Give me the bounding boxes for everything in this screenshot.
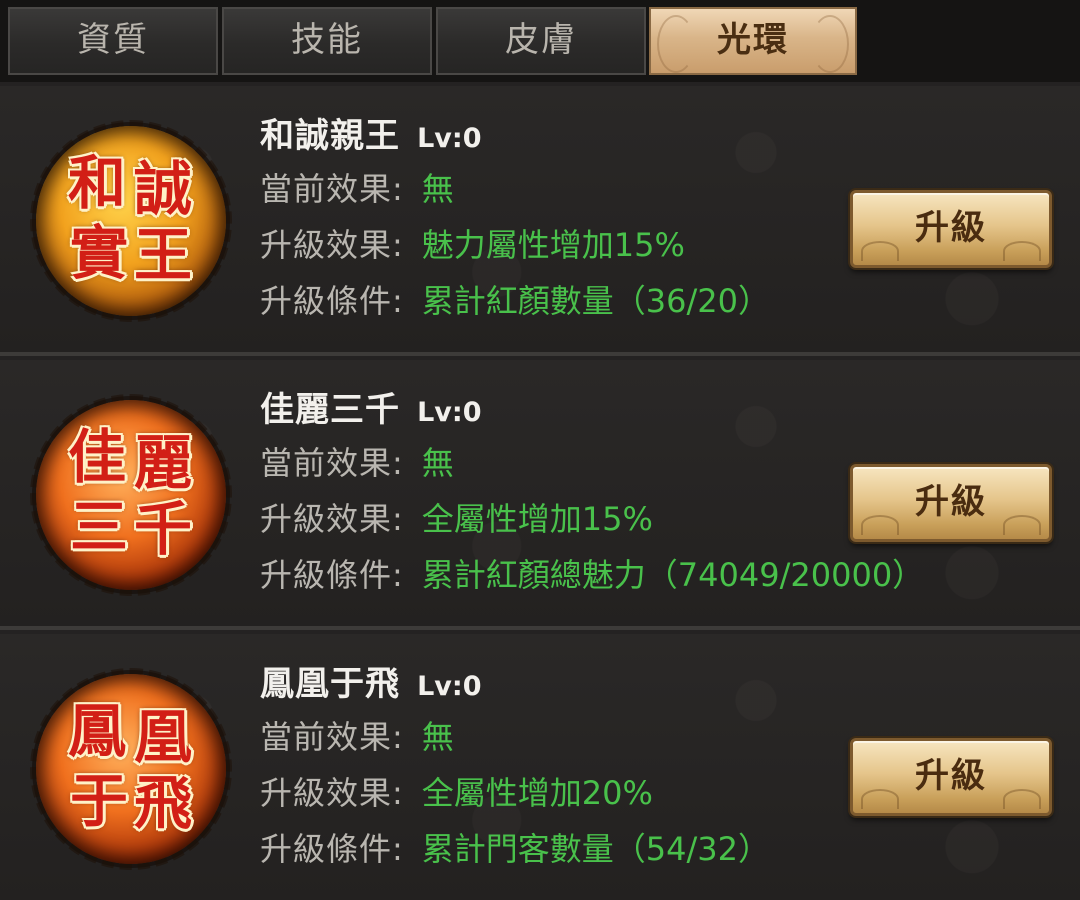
emblem-char: 實 [69,219,128,287]
current-effect-line: 當前效果: 無 [260,438,454,484]
ornament-icon [657,15,695,73]
emblem-char: 于 [69,767,128,835]
aura-emblem-icon: 和 誠 實 王 [30,120,232,322]
current-effect-label: 當前效果: [260,718,404,756]
upgrade-condition-value: 累計紅顏數量（36/20） [421,282,771,320]
aura-row: 佳 麗 三 千 佳麗三千 Lv:0 當前效果: 無 升級效果: 全屬性增加15% 升… [0,360,1080,630]
tab-aptitude[interactable]: 資質 [8,7,218,75]
tab-skills[interactable]: 技能 [222,7,432,75]
upgrade-condition-value: 累計紅顏總魅力（74049/20000） [421,556,925,594]
emblem-char: 鳳 [67,697,126,765]
current-effect-line: 當前效果: 無 [260,164,454,210]
current-effect-label: 當前效果: [260,444,404,482]
aura-level: Lv:0 [417,671,482,702]
tab-skins[interactable]: 皮膚 [436,7,646,75]
emblem-char: 三 [69,493,128,561]
aura-title: 佳麗三千 Lv:0 [260,382,481,432]
aura-screen: 資質 技能 皮膚 光環 和 誠 實 王 和誠親王 Lv:0 當前效果: 無 升級… [0,0,1080,900]
current-effect-value: 無 [421,170,454,208]
aura-row: 鳳 凰 于 飛 鳳凰于飛 Lv:0 當前效果: 無 升級效果: 全屬性增加20% 升… [0,634,1080,900]
upgrade-effect-label: 升級效果: [260,774,404,812]
upgrade-effect-label: 升級效果: [260,500,404,538]
emblem-char: 凰 [133,703,192,771]
tab-label: 技能 [291,20,363,60]
upgrade-button-label: 升級 [915,482,987,522]
tab-bar: 資質 技能 皮膚 光環 [0,0,1080,82]
upgrade-button[interactable]: 升級 [850,738,1052,816]
ornament-icon [811,15,849,73]
emblem-char: 王 [133,221,192,289]
upgrade-effect-value: 全屬性增加15% [421,500,653,538]
emblem-char: 千 [133,495,192,563]
aura-emblem-icon: 佳 麗 三 千 [30,394,232,596]
upgrade-condition-line: 升級條件: 累計紅顏總魅力（74049/20000） [260,550,924,596]
current-effect-label: 當前效果: [260,170,404,208]
current-effect-value: 無 [421,718,454,756]
upgrade-effect-value: 全屬性增加20% [421,774,653,812]
emblem-char: 和 [67,149,126,217]
upgrade-condition-value: 累計門客數量（54/32） [421,830,771,868]
aura-title: 和誠親王 Lv:0 [260,108,481,158]
upgrade-effect-label: 升級效果: [260,226,404,264]
upgrade-effect-value: 魅力屬性增加15% [421,226,685,264]
upgrade-condition-line: 升級條件: 累計門客數量（54/32） [260,824,770,870]
aura-name: 和誠親王 [260,116,400,156]
upgrade-effect-line: 升級效果: 魅力屬性增加15% [260,220,685,266]
upgrade-condition-label: 升級條件: [260,282,404,320]
upgrade-condition-line: 升級條件: 累計紅顏數量（36/20） [260,276,770,322]
upgrade-effect-line: 升級效果: 全屬性增加20% [260,768,653,814]
upgrade-button[interactable]: 升級 [850,190,1052,268]
upgrade-button-label: 升級 [915,208,987,248]
aura-title: 鳳凰于飛 Lv:0 [260,656,481,706]
aura-name: 鳳凰于飛 [260,664,400,704]
upgrade-condition-label: 升級條件: [260,556,404,594]
current-effect-line: 當前效果: 無 [260,712,454,758]
emblem-char: 佳 [67,423,126,491]
aura-level: Lv:0 [417,397,482,428]
aura-name: 佳麗三千 [260,390,400,430]
upgrade-button-label: 升級 [915,756,987,796]
tab-aura[interactable]: 光環 [649,7,857,75]
tab-label: 資質 [77,20,149,60]
upgrade-condition-label: 升級條件: [260,830,404,868]
emblem-char: 飛 [133,769,192,837]
aura-emblem-icon: 鳳 凰 于 飛 [30,668,232,870]
upgrade-button[interactable]: 升級 [850,464,1052,542]
tab-label: 光環 [717,20,789,60]
aura-level: Lv:0 [417,123,482,154]
emblem-char: 麗 [133,429,192,497]
upgrade-effect-line: 升級效果: 全屬性增加15% [260,494,653,540]
emblem-char: 誠 [133,155,192,223]
aura-row: 和 誠 實 王 和誠親王 Lv:0 當前效果: 無 升級效果: 魅力屬性增加15% … [0,86,1080,356]
current-effect-value: 無 [421,444,454,482]
tab-label: 皮膚 [505,20,577,60]
